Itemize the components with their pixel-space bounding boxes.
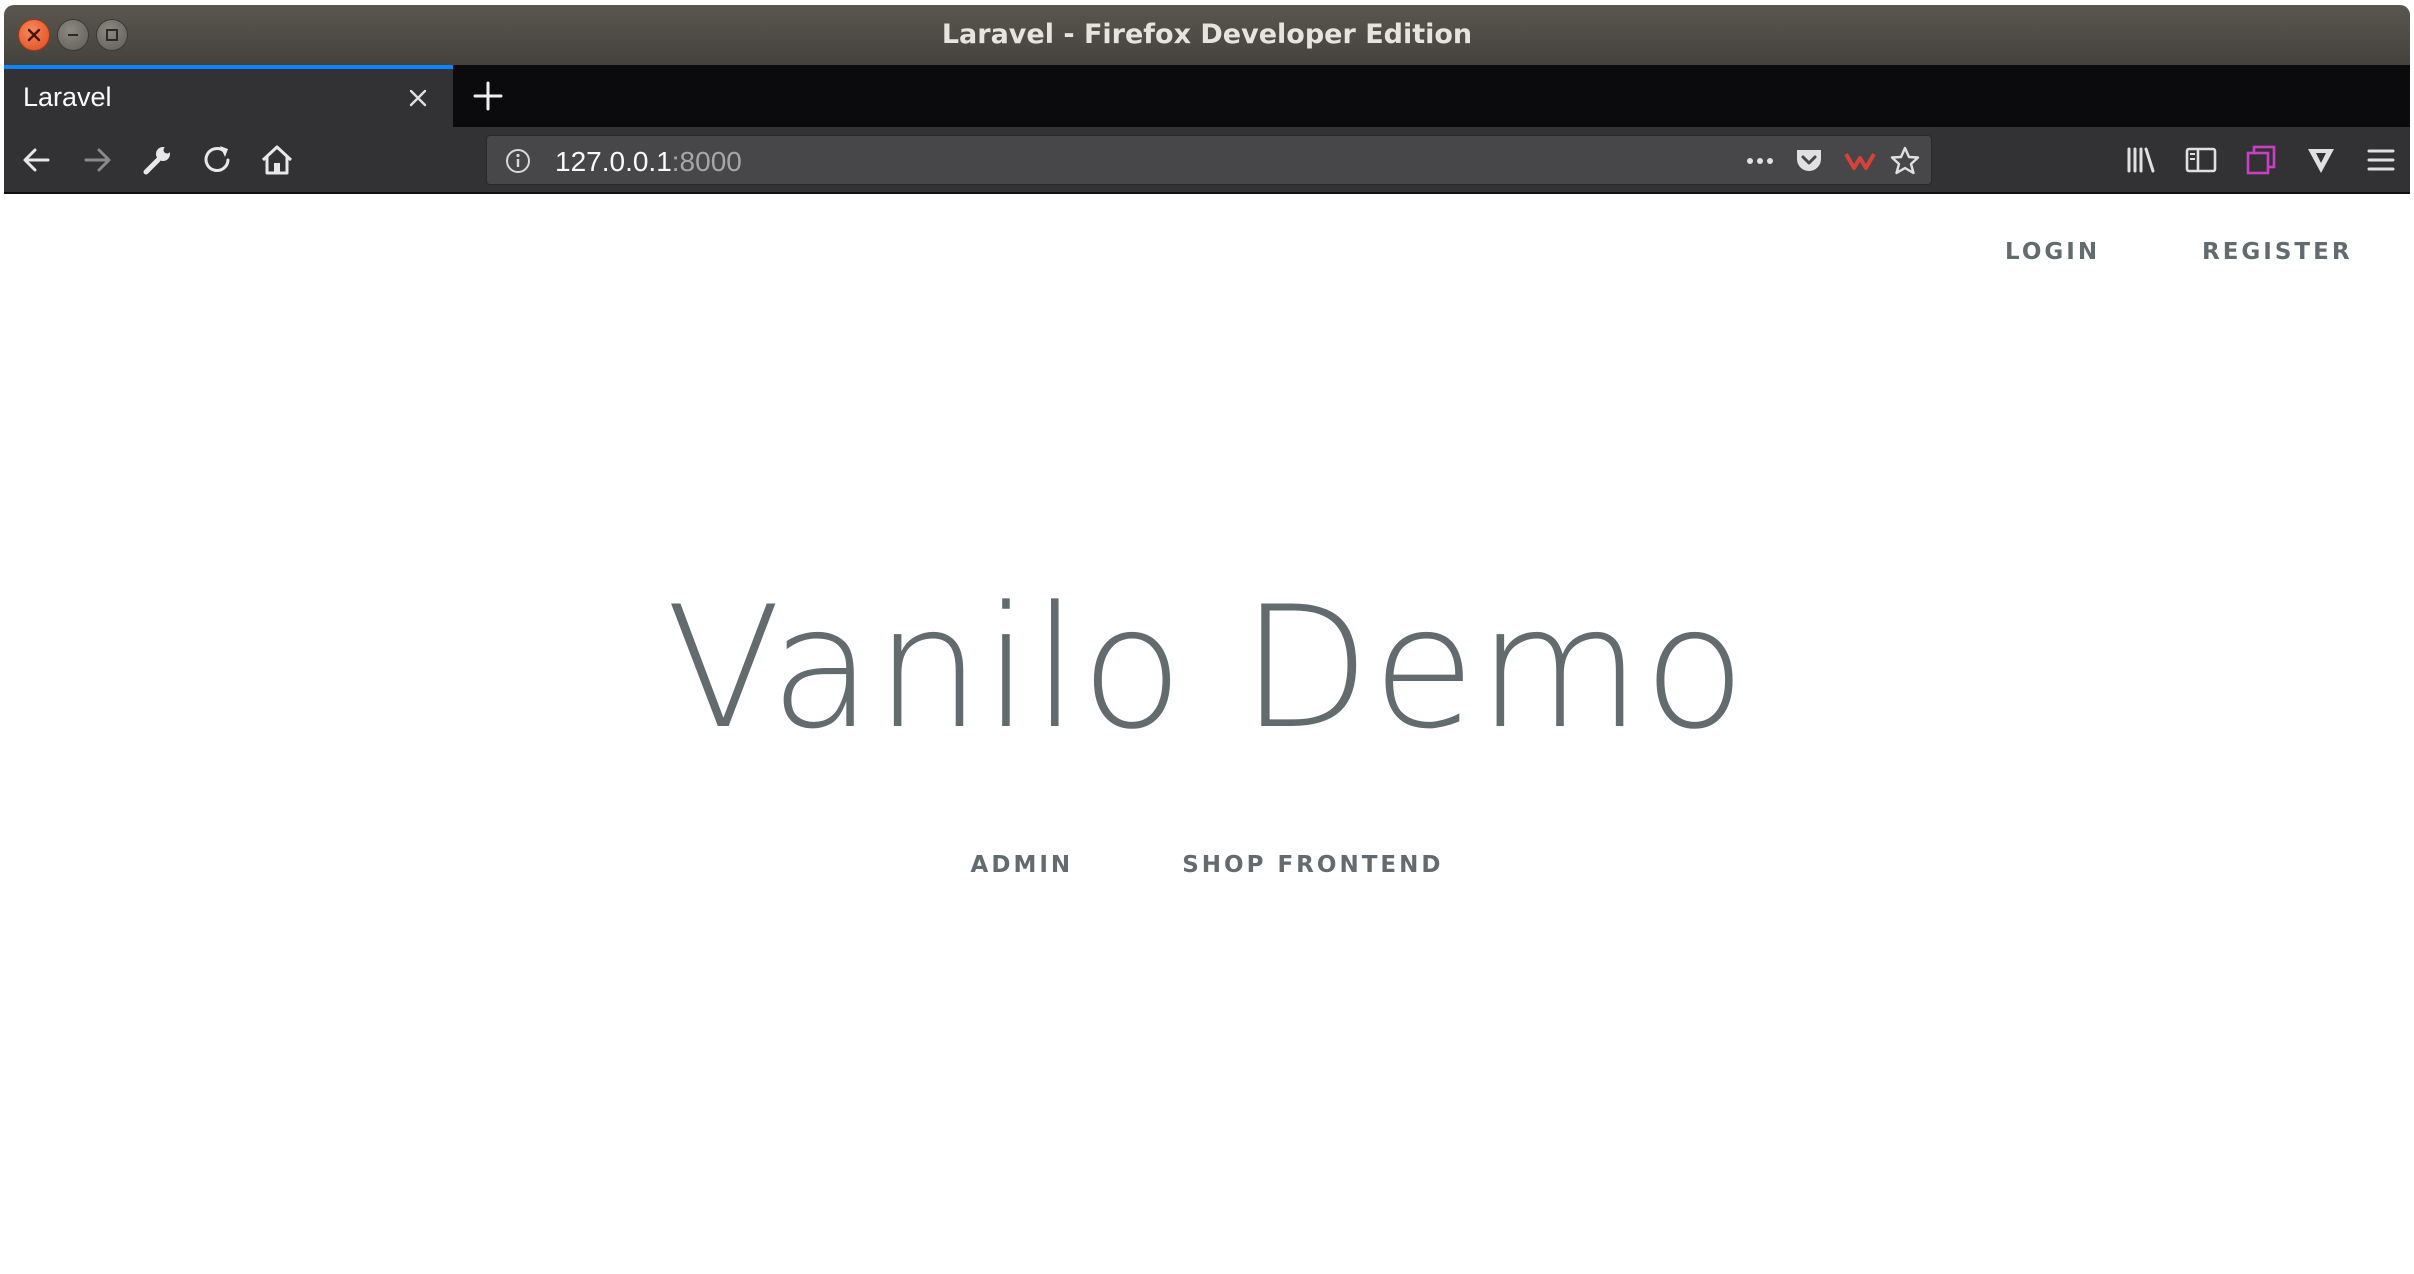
home-icon[interactable]	[258, 141, 296, 179]
reload-icon[interactable]	[198, 141, 236, 179]
new-tab-icon[interactable]	[470, 78, 506, 114]
vivaldi-v-icon[interactable]	[2302, 141, 2340, 179]
pocket-icon[interactable]	[1793, 146, 1825, 176]
tab-label: Laravel	[23, 82, 112, 112]
containers-icon[interactable]	[2242, 141, 2280, 179]
url-bar[interactable]: 127.0.0.1:8000	[486, 135, 1932, 185]
title-bar: Laravel - Firefox Developer Edition	[4, 5, 2410, 65]
url-port: :8000	[671, 146, 742, 177]
admin-link[interactable]: ADMIN	[971, 852, 1074, 878]
info-icon[interactable]	[504, 147, 532, 175]
register-link[interactable]: REGISTER	[2202, 239, 2353, 265]
shop-frontend-link[interactable]: SHOP FRONTEND	[1182, 852, 1443, 878]
wrench-icon[interactable]	[138, 141, 176, 179]
url-text[interactable]: 127.0.0.1:8000	[555, 146, 742, 178]
url-host: 127.0.0.1	[555, 146, 672, 177]
more-actions-icon[interactable]	[1743, 147, 1777, 175]
library-icon[interactable]	[2122, 141, 2160, 179]
tab-close-icon[interactable]	[403, 83, 433, 113]
bookmark-star-icon[interactable]	[1889, 145, 1921, 177]
tab-laravel[interactable]: Laravel	[4, 65, 453, 127]
menu-icon[interactable]	[2362, 141, 2400, 179]
arrow-right-icon[interactable]	[78, 141, 116, 179]
browser-window: Laravel - Firefox Developer Edition Lara…	[4, 5, 2410, 1274]
page-content: LOGIN REGISTER Vanilo Demo ADMIN SHOP FR…	[4, 194, 2410, 1274]
page-title: Vanilo Demo	[665, 570, 1748, 766]
window-title: Laravel - Firefox Developer Edition	[941, 19, 1473, 50]
navigation-toolbar: 127.0.0.1:8000	[4, 127, 2410, 194]
arrow-left-icon[interactable]	[18, 141, 56, 179]
login-link[interactable]: LOGIN	[2005, 239, 2100, 265]
sidebar-icon[interactable]	[2182, 141, 2220, 179]
tab-strip: Laravel	[4, 65, 2410, 127]
extension-icon[interactable]	[1842, 146, 1878, 176]
main-links: ADMIN SHOP FRONTEND	[4, 852, 2410, 878]
